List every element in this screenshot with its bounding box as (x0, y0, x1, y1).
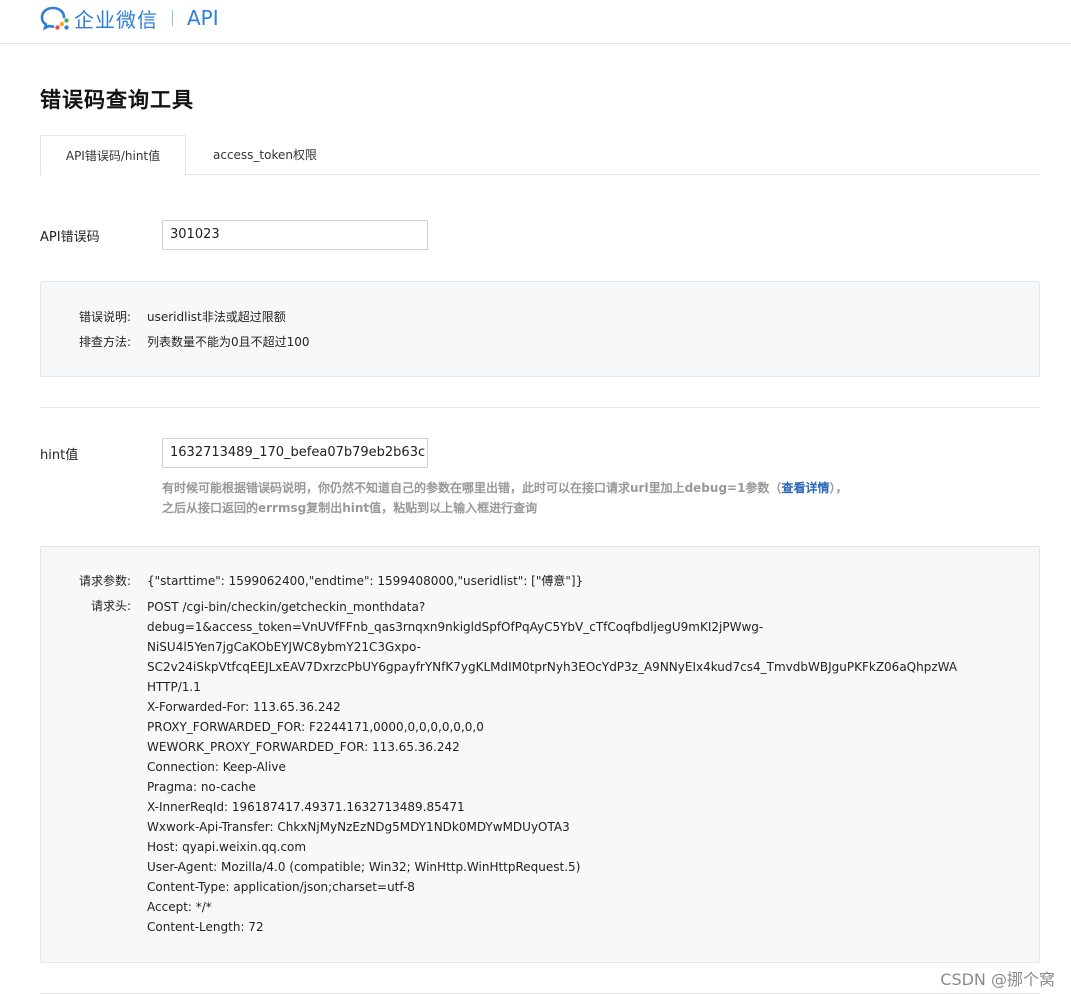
request-params-key: 请求参数: (78, 574, 131, 588)
request-headers-list: POST /cgi-bin/checkin/getcheckin_monthda… (147, 597, 957, 937)
request-header-line: PROXY_FORWARDED_FOR: F2244171,0000,0,0,0… (147, 720, 484, 734)
request-header-line: WEWORK_PROXY_FORWARDED_FOR: 113.65.36.24… (147, 740, 460, 754)
bottom-divider (40, 993, 1040, 994)
request-header-line: X-InnerReqId: 196187417.49371.1632713489… (147, 800, 465, 814)
wecom-logo[interactable]: 企业微信 API (40, 4, 219, 32)
error-fix-key: 排查方法: (78, 335, 131, 349)
section-name: API (187, 6, 219, 30)
hint-desc-text-3: 之后从接口返回的errmsg复制出hint值，粘贴到以上输入框进行查询 (162, 501, 538, 515)
hint-description: 有时候可能根据错误码说明，你仍然不知道自己的参数在哪里出错，此时可以在接口请求u… (162, 478, 847, 518)
request-params-value: {"starttime": 1599062400,"endtime": 1599… (147, 574, 584, 588)
request-header-line: Content-Length: 72 (147, 920, 264, 934)
tab-bar: API错误码/hint值 access_token权限 (40, 135, 1040, 176)
view-details-link[interactable]: 查看详情 (781, 481, 829, 495)
watermark: CSDN @挪个窝 (940, 970, 1055, 989)
error-desc-row: 错误说明: useridlist非法或超过限额 (41, 308, 1041, 326)
request-header-line: Pragma: no-cache (147, 780, 256, 794)
hint-desc-text-2: ）， (829, 481, 848, 495)
top-bar: 企业微信 API (0, 0, 1071, 44)
error-fix-value: 列表数量不能为0且不超过100 (147, 335, 310, 349)
brand-name: 企业微信 (74, 7, 158, 32)
request-header-line: Accept: */* (147, 900, 212, 914)
request-header-line: HTTP/1.1 (147, 680, 201, 694)
request-info-panel: 请求参数: {"starttime": 1599062400,"endtime"… (40, 546, 1040, 963)
request-headers-row: 请求头: POST /cgi-bin/checkin/getcheckin_mo… (41, 597, 1041, 937)
request-params-row: 请求参数: {"starttime": 1599062400,"endtime"… (41, 572, 1041, 592)
error-desc-value: useridlist非法或超过限额 (147, 310, 286, 324)
error-fix-row: 排查方法: 列表数量不能为0且不超过100 (41, 333, 1041, 351)
request-header-line: debug=1&access_token=VnUVfFFnb_qas3rnqxn… (147, 620, 764, 634)
tab-api-errcode[interactable]: API错误码/hint值 (40, 135, 186, 176)
request-header-line: SC2v24iSkpVtfcqEEJLxEAV7DxrzcPbUY6gpayfr… (147, 660, 958, 674)
error-desc-key: 错误说明: (78, 310, 131, 324)
logo-divider (172, 10, 173, 26)
request-headers-key: 请求头: (90, 599, 131, 613)
error-info-panel: 错误说明: useridlist非法或超过限额 排查方法: 列表数量不能为0且不… (40, 281, 1040, 377)
section-divider (40, 407, 1040, 408)
errcode-label: API错误码 (40, 230, 100, 245)
hint-label: hint值 (40, 448, 79, 463)
request-header-line: Host: qyapi.weixin.qq.com (147, 840, 307, 854)
page-title: 错误码查询工具 (40, 88, 194, 112)
request-header-line: POST /cgi-bin/checkin/getcheckin_monthda… (147, 600, 426, 614)
tab-access-token[interactable]: access_token权限 (186, 135, 344, 175)
request-header-line: NiSU4l5Yen7jgCaKObEYJWC8ybmY21C3Gxpo- (147, 640, 421, 654)
request-header-line: Wxwork-Api-Transfer: ChkxNjMyNzEzNDg5MDY… (147, 820, 570, 834)
request-header-line: Content-Type: application/json;charset=u… (147, 880, 415, 894)
hint-input[interactable]: 1632713489_170_befea07b79eb2b63c (162, 438, 428, 468)
hint-desc-text-1: 有时候可能根据错误码说明，你仍然不知道自己的参数在哪里出错，此时可以在接口请求u… (162, 481, 782, 495)
errcode-input[interactable]: 301023 (162, 220, 428, 250)
request-header-line: User-Agent: Mozilla/4.0 (compatible; Win… (147, 860, 581, 874)
wecom-logo-icon (40, 5, 70, 31)
request-header-line: Connection: Keep-Alive (147, 760, 286, 774)
request-header-line: X-Forwarded-For: 113.65.36.242 (147, 700, 341, 714)
